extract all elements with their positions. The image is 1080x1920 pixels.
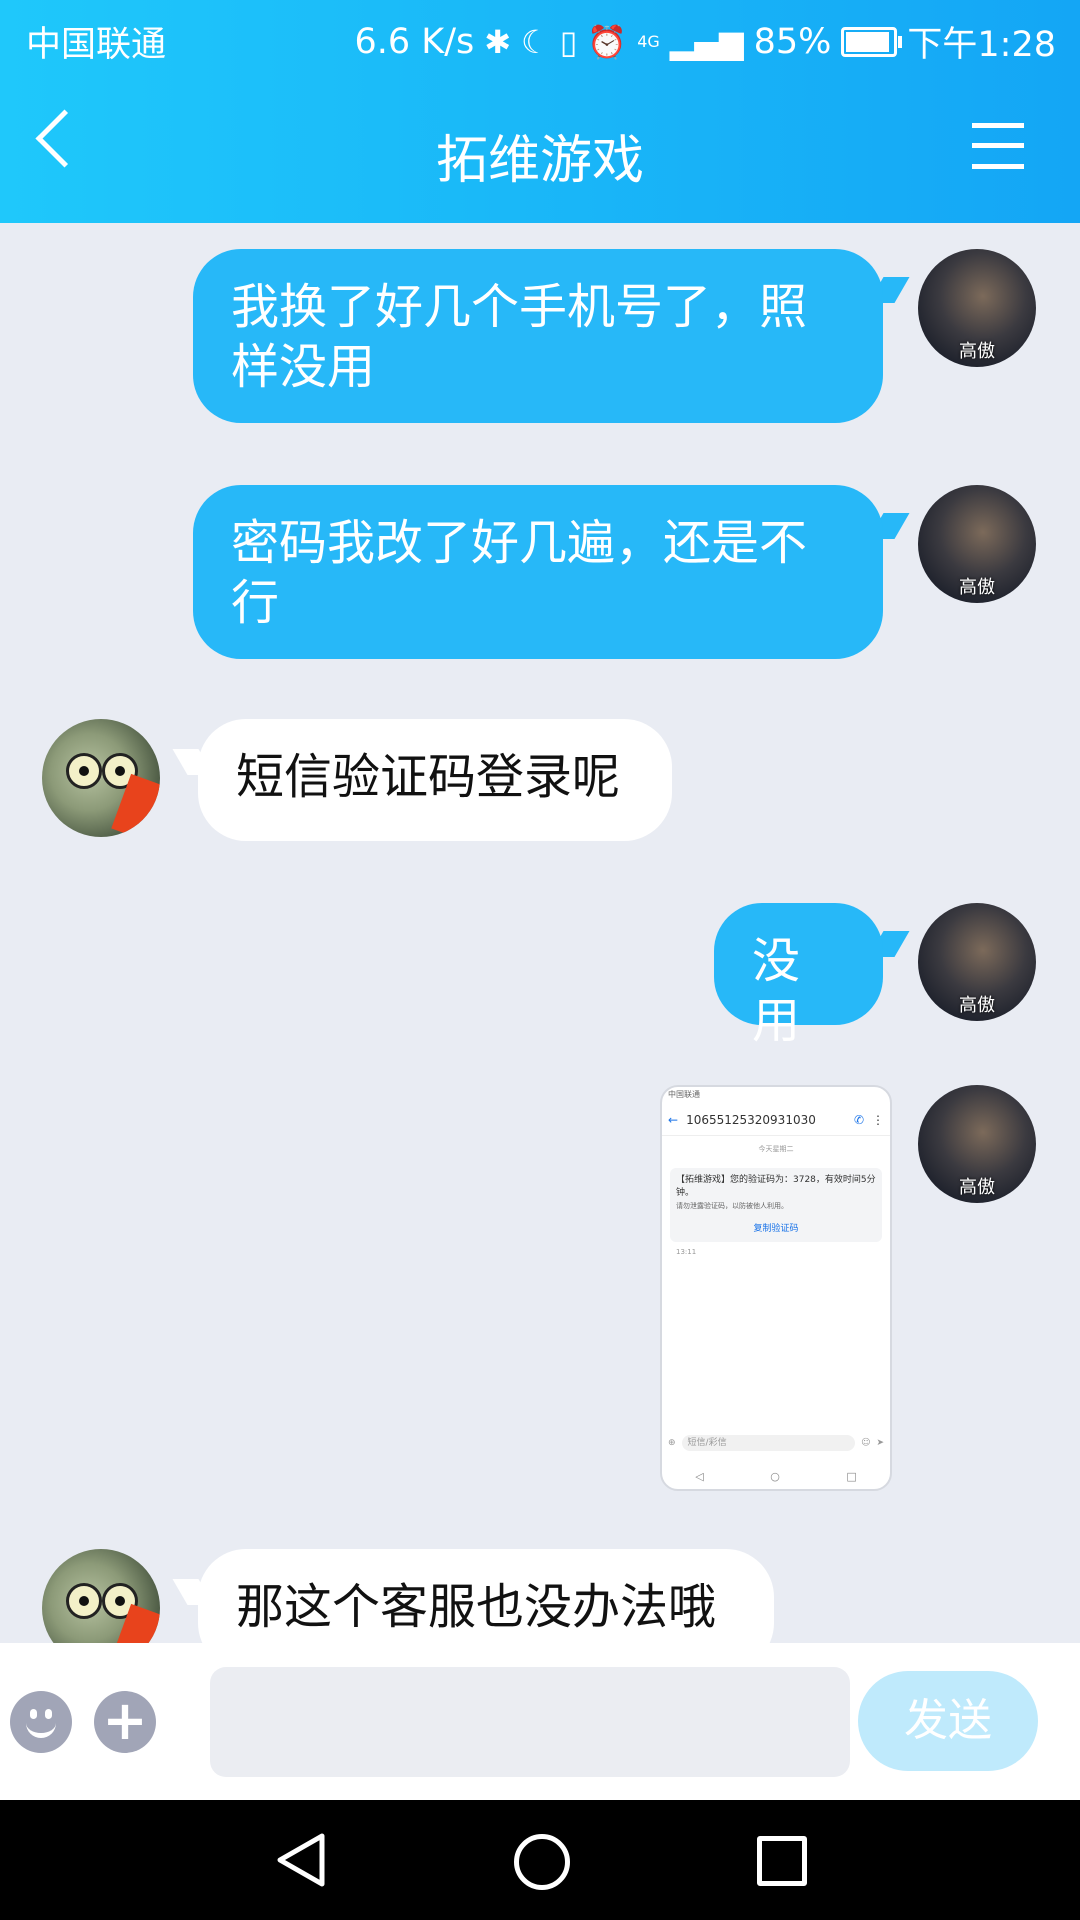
send-icon: ➤ [876,1438,884,1448]
network-speed: 6.6 K/s [354,21,475,62]
menu-icon[interactable] [972,123,1024,169]
avatar-label: 高傲 [959,1177,995,1198]
chat-title: 拓维游戏 [435,131,644,191]
message-bubble[interactable]: 没用 [714,903,883,1049]
sms-body: 【拓维游戏】您的验证码为：3728，有效时间5分钟。 [676,1175,876,1198]
back-icon[interactable] [274,1832,326,1888]
sender-number: 10655125320931030 [686,1113,816,1127]
status-bar: 中国联通 6.6 K/s ✱ ☾ ▯ ⏰ 4G ▂▄▆ 85% 下午1:28 [0,0,1080,76]
arrow-left-icon: ← [668,1113,679,1127]
system-nav-bar [0,1800,1080,1920]
sms-time: 13:11 [676,1248,697,1256]
bluetooth-icon: ✱ [484,22,512,61]
message-list[interactable]: 高傲 我换了好几个手机号了，照样没用 高傲 密码我改了好几遍，还是不行 短信验证… [0,223,1080,1643]
nav-home-icon: ○ [770,1470,780,1483]
avatar-me[interactable]: 高傲 [918,249,1036,367]
copy-code-label: 复制验证码 [753,1224,799,1234]
avatar-service[interactable] [42,719,160,837]
plus-icon: ⊕ [668,1438,676,1448]
avatar-me[interactable]: 高傲 [918,903,1036,1021]
message-input[interactable] [210,1667,850,1777]
network-type: 4G [637,32,660,51]
emoji-icon: ☺ [861,1438,871,1448]
image-status: 中国联通 [668,1090,700,1099]
battery-percent: 85% [753,21,832,62]
battery-icon [841,26,903,57]
avatar-service[interactable] [42,1549,160,1643]
sms-notice: 请勿泄露验证码，以防被他人利用。 [676,1202,788,1210]
message-bubble[interactable]: 密码我改了好几遍，还是不行 [193,485,883,659]
title-bar: 中国联通 6.6 K/s ✱ ☾ ▯ ⏰ 4G ▂▄▆ 85% 下午1:28 拓… [0,0,1080,223]
message-bubble[interactable]: 我换了好几个手机号了，照样没用 [193,249,883,423]
message-bubble[interactable]: 那这个客服也没办法哦 [198,1549,774,1643]
date-label: 今天星期二 [758,1145,794,1153]
home-icon[interactable] [514,1834,570,1890]
clock: 下午1:28 [907,25,1056,65]
nav-recent-icon: □ [846,1470,857,1483]
emoji-button[interactable] [10,1691,72,1753]
sms-input: 短信/彩信 [681,1435,856,1451]
send-button[interactable]: 发送 [858,1671,1038,1771]
nav-back-icon: ◁ [695,1470,704,1483]
input-bar: + 发送 [0,1643,1080,1800]
image-message[interactable]: 中国联通 ← 10655125320931030 ✆ ⋮ 今天星期二 【拓维游戏… [660,1085,892,1491]
more-icon: ⋮ [872,1113,884,1127]
avatar-label: 高傲 [959,341,995,362]
avatar-me[interactable]: 高傲 [918,485,1036,603]
avatar-label: 高傲 [959,577,995,598]
avatar-me[interactable]: 高傲 [918,1085,1036,1203]
alarm-icon: ⏰ [587,22,628,61]
vibrate-icon: ▯ [559,22,578,61]
signal-icon: ▂▄▆ [669,22,744,61]
recent-apps-icon[interactable] [757,1836,807,1886]
moon-icon: ☾ [521,22,550,61]
carrier-label: 中国联通 [26,25,167,65]
phone-icon: ✆ [853,1113,864,1127]
avatar-label: 高傲 [959,995,995,1016]
add-attachment-button[interactable]: + [94,1691,156,1753]
message-bubble[interactable]: 短信验证码登录呢 [198,719,672,841]
